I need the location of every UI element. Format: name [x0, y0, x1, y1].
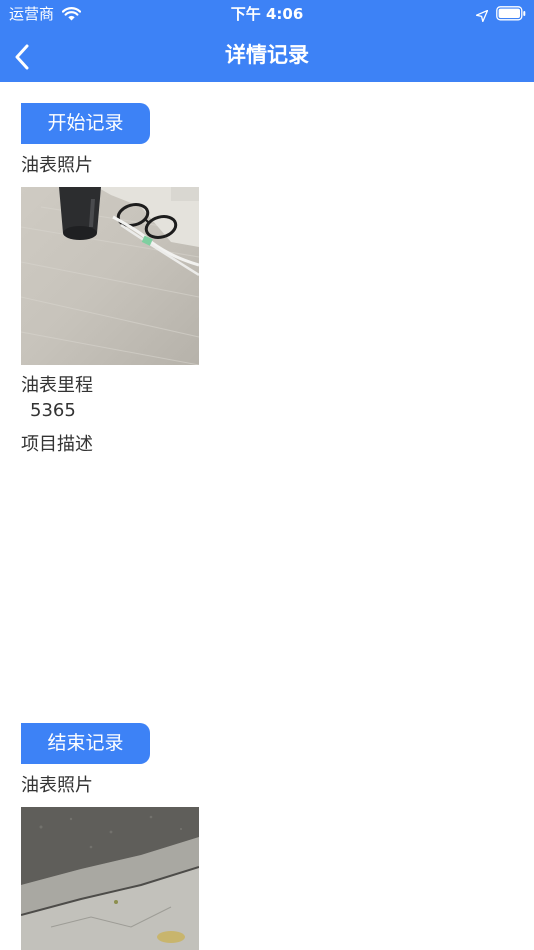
end-odometer-photo[interactable] — [21, 807, 199, 950]
screen: 运营商 下午 4:06 详情记录 开始记录 油表照片 油表里程 5365 项目描… — [0, 0, 534, 950]
start-mileage-value: 5365 — [30, 400, 76, 421]
start-record-button[interactable]: 开始记录 — [21, 103, 150, 144]
header: 运营商 下午 4:06 详情记录 — [0, 0, 534, 82]
page-title: 详情记录 — [225, 43, 309, 67]
battery-icon — [496, 6, 526, 21]
start-photo-label: 油表照片 — [21, 155, 93, 176]
start-odometer-photo[interactable] — [21, 187, 199, 365]
end-record-button[interactable]: 结束记录 — [21, 723, 150, 764]
location-arrow-icon — [475, 7, 489, 23]
start-description-label: 项目描述 — [21, 434, 93, 455]
end-photo-label: 油表照片 — [21, 775, 93, 796]
start-mileage-label: 油表里程 — [21, 375, 93, 396]
status-time: 下午 4:06 — [230, 5, 304, 23]
nav-bar: 详情记录 — [0, 30, 534, 82]
status-bar: 运营商 下午 4:06 — [0, 0, 534, 28]
